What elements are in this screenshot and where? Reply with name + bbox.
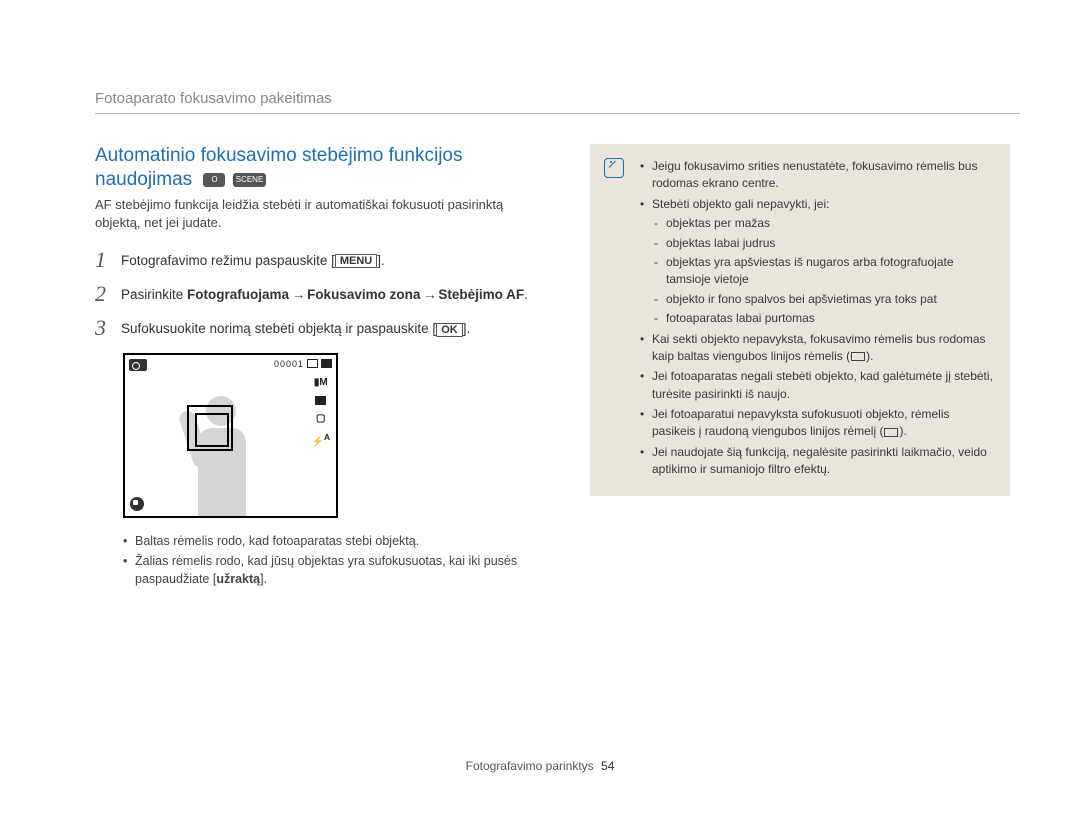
section-title: Automatinio fokusavimo stebėjimo funkcij… — [95, 144, 550, 192]
page-section-header: Fotoaparato fokusavimo pakeitimas — [95, 90, 1020, 114]
note-subitem: objektas labai judrus — [652, 235, 994, 252]
note-sublist: objektas per mažas objektas labai judrus… — [652, 215, 994, 327]
mode-badge-2: SCENE — [233, 173, 267, 187]
menu-button-icon: MENU — [335, 254, 377, 268]
note-subitem: fotoaparatas labai purtomas — [652, 310, 994, 327]
left-column: Automatinio fokusavimo stebėjimo funkcij… — [95, 144, 550, 590]
step-number: 3 — [95, 316, 121, 340]
note-subitem: objekto ir fono spalvos bei apšvietimas … — [652, 291, 994, 308]
camera-focus-square — [187, 405, 233, 451]
note-subitem: objektas per mažas — [652, 215, 994, 232]
note-item: Jei fotoaparatui nepavyksta sufokusuoti … — [640, 406, 994, 441]
note-item: Jeigu fokusavimo srities nenustatėte, fo… — [640, 158, 994, 193]
step-number: 1 — [95, 248, 121, 272]
step-2: 2 Pasirinkite Fotografuojama → Fokusavim… — [95, 282, 550, 306]
ok-button-icon: OK — [436, 323, 463, 337]
camera-card-icon — [307, 359, 318, 368]
note-item: Jei fotoaparatas negali stebėti objekto,… — [640, 368, 994, 403]
title-line-1: Automatinio fokusavimo stebėjimo funkcij… — [95, 145, 463, 166]
footer-label: Fotografavimo parinktys — [466, 759, 594, 773]
camera-size-icon: ▮M — [314, 377, 328, 388]
page-number: 54 — [601, 759, 614, 773]
step-text: Sufokusuokite norimą stebėti objektą ir … — [121, 316, 470, 339]
note-item: Kai sekti objekto nepavyksta, fokusavimo… — [640, 331, 994, 366]
sub-bullets: Baltas rėmelis rodo, kad fotoaparatas st… — [123, 532, 550, 588]
step-1: 1 Fotografavimo režimu paspauskite [MENU… — [95, 248, 550, 272]
right-column: Jeigu fokusavimo srities nenustatėte, fo… — [590, 144, 1010, 590]
note-subitem: objektas yra apšviestas iš nugaros arba … — [652, 254, 994, 289]
step-text: Fotografavimo režimu paspauskite [MENU]. — [121, 248, 385, 271]
note-icon — [604, 158, 624, 178]
note-item: Jei naudojate šią funkciją, negalėsite p… — [640, 444, 994, 479]
camera-flash-icon: ⚡A — [312, 432, 330, 447]
page-footer: Fotografavimo parinktys 54 — [0, 759, 1080, 773]
frame-rect-icon — [851, 352, 865, 361]
camera-battery-icon — [321, 359, 332, 368]
camera-screen-illustration: 00001 ▮M ▢ ⚡A — [123, 353, 338, 518]
mode-badge-1: O — [203, 173, 225, 187]
camera-stabilizer-icon — [130, 497, 144, 511]
camera-shot-counter: 00001 — [274, 359, 304, 369]
camera-frame-icon: ▢ — [316, 413, 325, 424]
camera-right-icons: ▮M ▢ ⚡A — [312, 377, 330, 447]
step-text: Pasirinkite Fotografuojama → Fokusavimo … — [121, 282, 528, 305]
note-list: Jeigu fokusavimo srities nenustatėte, fo… — [640, 158, 994, 479]
camera-grid-icon — [315, 396, 326, 405]
steps-list: 1 Fotografavimo režimu paspauskite [MENU… — [95, 248, 550, 341]
note-item: Stebėti objekto gali nepavykti, jei: obj… — [640, 196, 994, 328]
camera-mode-icon — [129, 359, 147, 371]
title-line-2: naudojimas — [95, 169, 192, 190]
step-3: 3 Sufokusuokite norimą stebėti objektą i… — [95, 316, 550, 340]
mode-badges: O SCENE — [203, 168, 268, 192]
sub-bullet: Žalias rėmelis rodo, kad jūsų objektas y… — [123, 552, 550, 588]
frame-rect-icon — [884, 428, 898, 437]
step-number: 2 — [95, 282, 121, 306]
note-box: Jeigu fokusavimo srities nenustatėte, fo… — [590, 144, 1010, 496]
intro-text: AF stebėjimo funkcija leidžia stebėti ir… — [95, 196, 550, 232]
sub-bullet: Baltas rėmelis rodo, kad fotoaparatas st… — [123, 532, 550, 550]
